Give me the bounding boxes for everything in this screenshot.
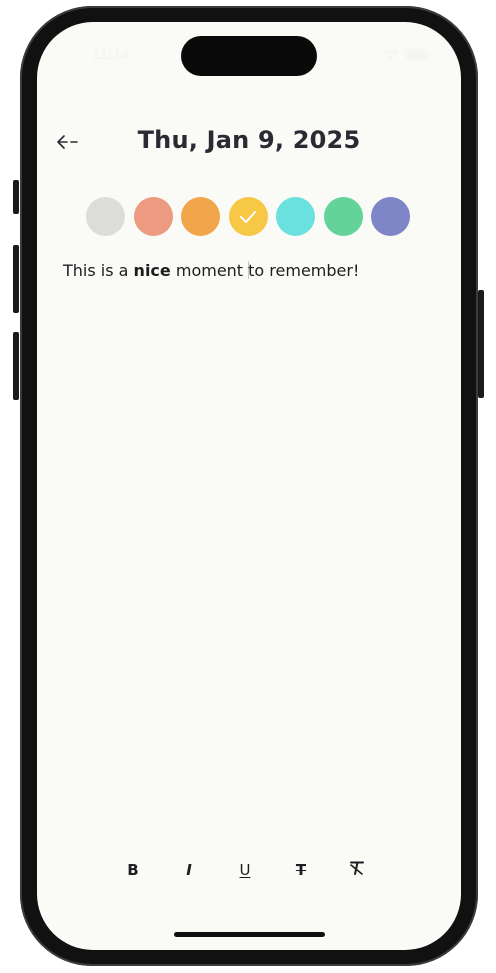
note-editor[interactable]: This is a nice moment to remember!	[63, 261, 359, 280]
note-text-before: This is a	[63, 261, 134, 280]
page-title: Thu, Jan 9, 2025	[137, 126, 361, 154]
note-text-after: to remember!	[248, 261, 360, 280]
checkmark-icon	[240, 210, 256, 223]
strikethrough-label: T	[295, 861, 307, 879]
header: Thu, Jan 9, 2025	[37, 122, 461, 166]
color-swatch-salmon[interactable]	[133, 197, 173, 236]
wifi-icon	[381, 46, 400, 65]
color-swatch-orange[interactable]	[181, 197, 220, 236]
underline-button[interactable]: U	[233, 858, 257, 882]
underline-label: U	[239, 861, 251, 879]
color-swatch-gray[interactable]	[86, 197, 125, 236]
status-icons	[381, 46, 431, 65]
italic-label: I	[186, 861, 192, 879]
format-toolbar: B I U T	[121, 858, 369, 882]
dynamic-island	[181, 36, 317, 76]
color-swatch-green[interactable]	[323, 197, 363, 236]
italic-button[interactable]: I	[177, 858, 201, 882]
note-text-bold: nice	[133, 261, 171, 280]
action-button	[13, 180, 19, 214]
note-text-middle: moment	[170, 261, 249, 280]
bold-label: B	[127, 861, 139, 879]
strikethrough-button[interactable]: T	[289, 858, 313, 882]
power-button	[478, 290, 484, 398]
bold-button[interactable]: B	[121, 858, 145, 882]
app-screen: 11:14 Thu, Jan 9, 2025 This is a nice mo…	[37, 22, 461, 950]
status-time: 11:14	[92, 46, 130, 63]
color-swatch-yellow[interactable]	[228, 197, 268, 236]
color-swatch-cyan[interactable]	[276, 197, 315, 236]
mood-color-picker	[86, 197, 410, 236]
battery-icon	[405, 46, 431, 65]
volume-up-button	[13, 245, 19, 313]
status-bar: 11:14	[37, 22, 461, 76]
color-swatch-indigo[interactable]	[371, 197, 410, 236]
clear-format-button[interactable]	[345, 858, 369, 882]
volume-down-button	[13, 332, 19, 400]
home-indicator	[174, 932, 325, 937]
clear-format-icon	[348, 860, 366, 880]
